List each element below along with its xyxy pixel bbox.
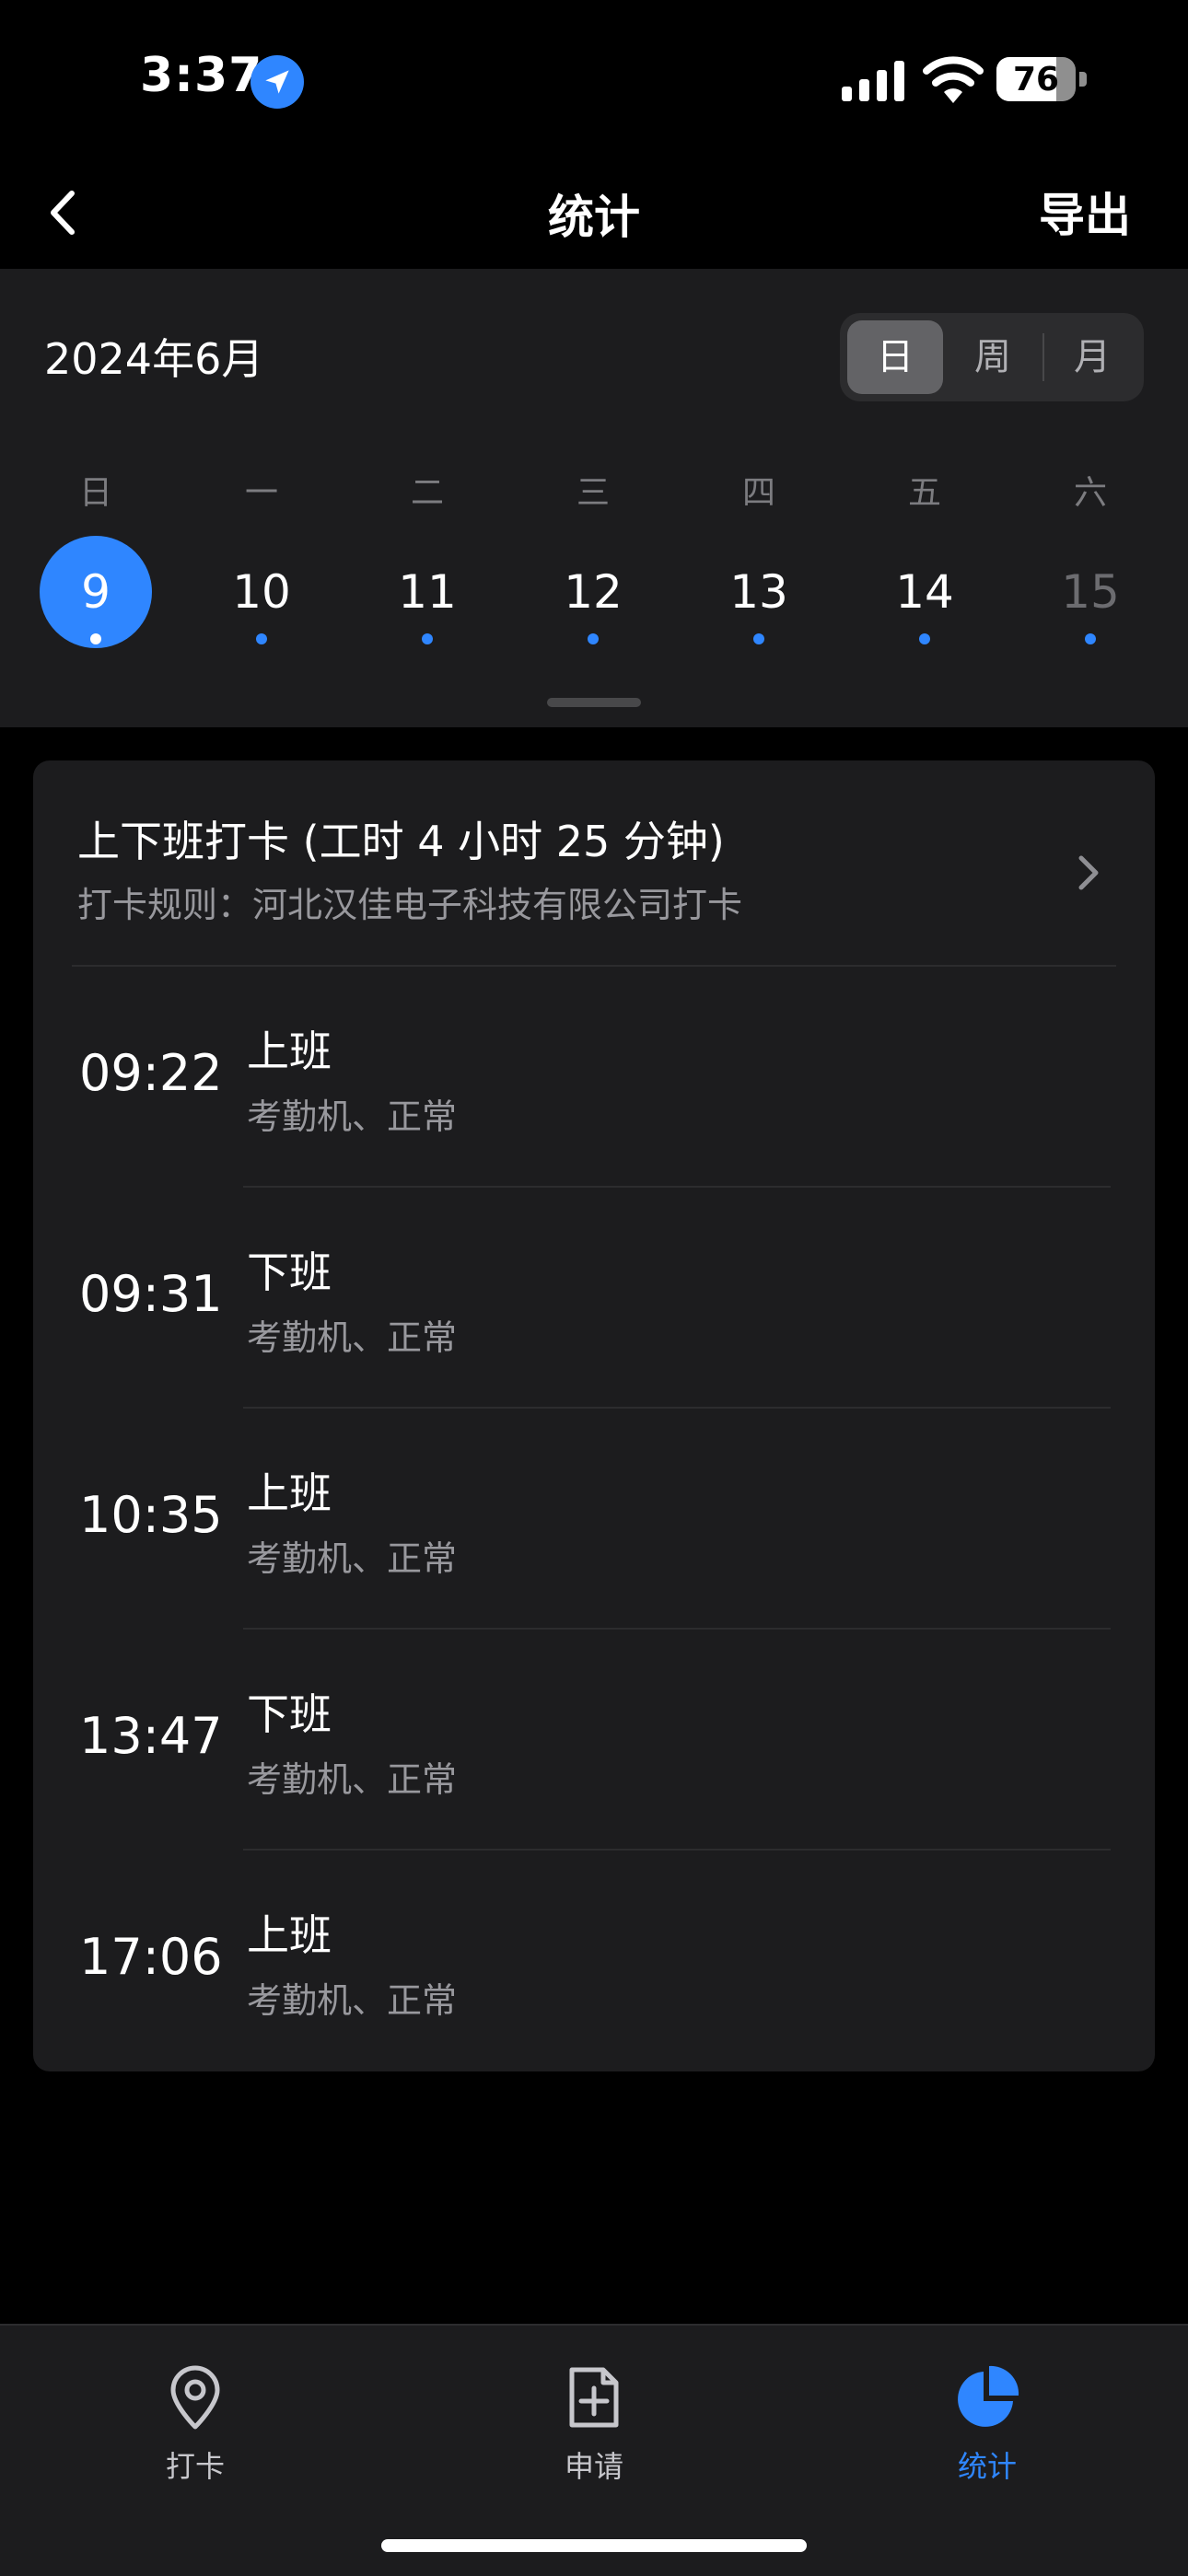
calendar-day[interactable]: 13 [703, 536, 815, 648]
record-time: 10:35 [79, 1486, 223, 1544]
weekday-label: 三 [576, 474, 610, 512]
view-mode-day[interactable]: 日 [847, 320, 943, 394]
record-detail: 考勤机、正常 [247, 1317, 458, 1358]
tab-statistics[interactable]: 统计 [895, 2362, 1079, 2486]
view-mode-month[interactable]: 月 [1044, 320, 1140, 394]
battery-level: 76 [1012, 61, 1060, 99]
record-type: 下班 [247, 1689, 332, 1739]
record-detail: 考勤机、正常 [247, 1980, 458, 2021]
record-detail: 考勤机、正常 [247, 1759, 458, 1800]
weekday-label: 二 [410, 474, 444, 512]
calendar-day[interactable]: 11 [371, 536, 483, 648]
divider [243, 1849, 1111, 1851]
divider [243, 1628, 1111, 1630]
attendance-card: 上下班打卡 (工时 4 小时 25 分钟) 打卡规则：河北汉佳电子科技有限公司打… [33, 760, 1155, 2071]
record-dot [919, 633, 930, 644]
record-time: 09:31 [79, 1265, 223, 1323]
record-dot [90, 633, 101, 644]
tab-apply[interactable]: 申请 [502, 2362, 686, 2486]
month-label: 2024年6月 [44, 334, 264, 384]
weekday-label: 六 [1073, 474, 1107, 512]
record-time: 09:22 [79, 1044, 223, 1102]
record-dot [422, 633, 433, 644]
pie-chart-icon [958, 2365, 1019, 2427]
chevron-right-icon[interactable] [1070, 845, 1107, 900]
location-arrow-icon [250, 55, 304, 109]
weekday-label: 一 [244, 474, 278, 512]
record-type: 上班 [247, 1468, 332, 1518]
expand-handle[interactable] [547, 698, 641, 707]
calendar-day[interactable]: 10 [205, 536, 318, 648]
record-dot [753, 633, 764, 644]
record-dot [588, 633, 599, 644]
attendance-rule: 打卡规则：河北汉佳电子科技有限公司打卡 [77, 885, 743, 925]
calendar-day[interactable]: 14 [868, 536, 981, 648]
record-time: 17:06 [79, 1928, 223, 1986]
card-title[interactable]: 上下班打卡 (工时 4 小时 25 分钟) [77, 808, 725, 869]
tab-label: 打卡 [165, 2449, 225, 2484]
record-dot [256, 633, 267, 644]
battery-icon: 76 [996, 57, 1087, 101]
location-pin-icon [170, 2365, 220, 2430]
wifi-icon [923, 56, 984, 103]
record-type: 下班 [247, 1247, 332, 1297]
weekday-label: 日 [78, 474, 112, 512]
add-document-icon [569, 2367, 619, 2428]
tab-clock-in[interactable]: 打卡 [103, 2362, 287, 2486]
record-dot [1085, 633, 1096, 644]
divider [243, 1407, 1111, 1409]
tab-label: 申请 [564, 2449, 623, 2484]
divider [72, 965, 1116, 967]
weekday-label: 五 [907, 474, 941, 512]
view-mode-switch: 日 周 月 [840, 313, 1144, 401]
cellular-signal-icon [842, 61, 904, 101]
status-time: 3:37 [140, 48, 263, 103]
calendar-day[interactable]: 12 [537, 536, 649, 648]
record-time: 13:47 [79, 1707, 223, 1765]
record-detail: 考勤机、正常 [247, 1097, 458, 1137]
calendar-day[interactable]: 15 [1034, 536, 1147, 648]
view-mode-week[interactable]: 周 [945, 320, 1041, 394]
tab-bar: 打卡 申请 统计 [0, 2324, 1188, 2576]
page-title: 统计 [548, 191, 640, 244]
navigation-bar: 统计 导出 [0, 157, 1188, 269]
record-type: 上班 [247, 1910, 332, 1960]
weekday-label: 四 [741, 474, 775, 512]
export-button[interactable]: 导出 [1039, 179, 1131, 245]
calendar-day-selected[interactable]: 9 [40, 536, 152, 648]
record-type: 上班 [247, 1027, 332, 1076]
calendar-panel: 2024年6月 日 周 月 日 一 二 三 四 五 六 9 10 11 12 1… [0, 269, 1188, 727]
home-indicator [381, 2539, 807, 2552]
tab-label: 统计 [957, 2449, 1017, 2484]
divider [243, 1186, 1111, 1188]
record-detail: 考勤机、正常 [247, 1538, 458, 1579]
status-bar: 3:37 76 [0, 0, 1188, 157]
